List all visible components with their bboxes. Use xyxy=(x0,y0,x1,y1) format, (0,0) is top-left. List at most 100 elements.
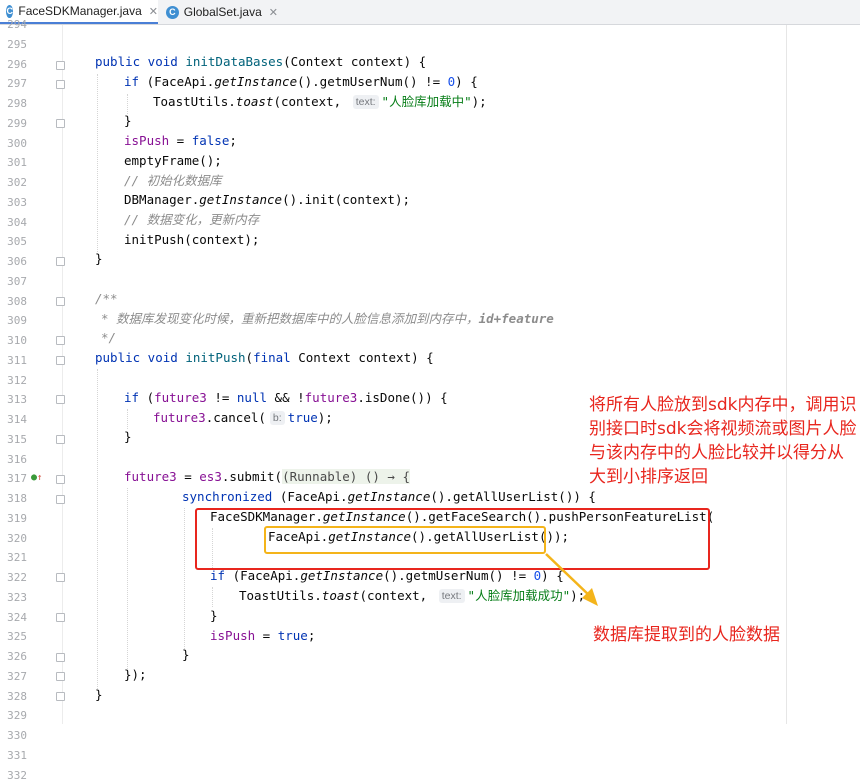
line-number: 331 xyxy=(7,748,27,762)
token: Context context) { xyxy=(298,350,434,365)
line-number: 300 xyxy=(7,136,27,150)
token: future3 xyxy=(153,410,206,425)
code-line-301: emptyFrame(); xyxy=(124,153,222,168)
java-class-icon: C xyxy=(6,4,14,18)
param-hint: text: xyxy=(438,589,465,603)
tab-label: FaceSDKManager.java xyxy=(18,4,142,18)
tab-label: GlobalSet.java xyxy=(183,5,262,19)
line-number: 303 xyxy=(7,195,27,209)
token: (context, xyxy=(359,588,435,603)
override-run-icon[interactable]: ●↑ xyxy=(31,472,42,483)
token: getInstance xyxy=(300,568,384,583)
token: synchronized xyxy=(182,489,280,504)
line-number: 317 xyxy=(7,472,27,486)
line-number: 321 xyxy=(7,551,27,565)
line-number: 298 xyxy=(7,97,27,110)
line-number: 295 xyxy=(7,37,27,51)
tab-globalset[interactable]: C GlobalSet.java ✕ xyxy=(160,0,278,24)
token: .isDone()) { xyxy=(357,390,448,405)
token: ; xyxy=(307,628,316,643)
token: (Context context) { xyxy=(283,54,427,69)
line-number: 322 xyxy=(7,571,27,584)
token: ); xyxy=(471,94,487,109)
token: DBManager. xyxy=(124,192,200,207)
line-number: 296 xyxy=(7,57,27,71)
code-line-303: DBManager.getInstance().init(context); xyxy=(124,191,410,209)
token: true xyxy=(277,628,308,643)
line-number: 325 xyxy=(7,630,27,644)
token: ); xyxy=(317,410,333,425)
token: ().getAllUserList()) { xyxy=(430,489,596,504)
token: getInstance xyxy=(347,489,431,504)
token: ) { xyxy=(455,74,478,89)
code-line-306: } xyxy=(95,251,103,266)
line-number: 307 xyxy=(7,274,27,288)
token: = xyxy=(169,133,192,148)
token: final xyxy=(253,350,299,365)
token: if xyxy=(124,390,147,405)
code-line-313: if (future3 != null && !future3.isDone()… xyxy=(124,389,448,407)
line-number: 316 xyxy=(7,452,27,466)
token: ().init(context); xyxy=(282,192,410,207)
code-line-327: isPush = true; xyxy=(210,627,315,645)
line-number: 306 xyxy=(7,255,27,268)
annotation-sdk-memory: 将所有人脸放到sdk内存中，调用识别接口时sdk会将视频流或图片人脸与该内存中的… xyxy=(589,395,857,487)
line-number: 319 xyxy=(7,511,27,525)
editor-tab-bar: C FaceSDKManager.java ✕ C GlobalSet.java… xyxy=(0,0,860,25)
token: null xyxy=(236,390,268,405)
line-number: 308 xyxy=(7,294,27,308)
code-line-310: */ xyxy=(101,330,117,345)
token: isPush xyxy=(210,628,256,643)
line-number: 310 xyxy=(7,334,27,347)
code-line-311: public void initPush(final Context conte… xyxy=(95,349,434,367)
close-icon[interactable]: ✕ xyxy=(269,6,278,19)
token: ( xyxy=(146,390,155,405)
token: id+feature xyxy=(478,311,554,326)
line-number: 328 xyxy=(7,689,27,703)
code-line-308: /** xyxy=(95,291,118,306)
line-number: 313 xyxy=(7,393,27,407)
token: future3 xyxy=(154,390,207,405)
code-line-326: } xyxy=(210,608,218,623)
token: initPush xyxy=(185,350,246,365)
token: toast xyxy=(235,94,274,109)
token: getInstance xyxy=(199,192,283,207)
line-number: 318 xyxy=(7,492,27,505)
line-number: 330 xyxy=(7,729,27,742)
token: isPush xyxy=(124,133,170,148)
token: .submit( xyxy=(221,469,283,484)
code-line-304: // 数据变化，更新内存 xyxy=(124,212,260,227)
close-icon[interactable]: ✕ xyxy=(149,5,158,18)
token: future3 xyxy=(304,390,358,405)
token: ToastUtils. xyxy=(153,94,236,109)
line-number: 294 xyxy=(7,18,27,31)
code-line-331: } xyxy=(95,687,103,702)
code-line-314: future3.cancel(b: true); xyxy=(153,409,333,427)
token: if xyxy=(210,568,233,583)
right-margin-guide xyxy=(786,25,787,724)
token: initDataBases xyxy=(185,54,284,69)
code-line-305: initPush(context); xyxy=(124,232,260,247)
token: ToastUtils. xyxy=(239,588,322,603)
code-line-315: } xyxy=(124,429,132,444)
code-line-325: ToastUtils.toast(context, text: "人脸库加载成功"… xyxy=(239,587,585,605)
code-line-298: ToastUtils.toast(context, text: "人脸库加载中")… xyxy=(153,93,487,111)
token: (FaceApi. xyxy=(279,489,348,504)
token: true xyxy=(287,410,318,425)
line-number: 304 xyxy=(7,215,27,229)
token: ().getmUserNum() != xyxy=(383,568,534,583)
code-line-300: isPush = false; xyxy=(124,132,237,150)
line-number: 299 xyxy=(7,116,27,130)
code-line-317: future3 = es3.submit((Runnable) () → { xyxy=(124,468,410,486)
line-number: 332 xyxy=(7,768,27,782)
code-line-297: if (FaceApi.getInstance().getmUserNum() … xyxy=(124,73,478,91)
token: ; xyxy=(229,133,237,148)
token: if xyxy=(124,74,147,89)
line-number: 314 xyxy=(7,413,27,426)
line-number: 327 xyxy=(7,669,27,683)
line-number: 315 xyxy=(7,432,27,446)
param-hint: text: xyxy=(352,95,379,109)
line-number: 311 xyxy=(7,353,27,367)
lambda-fold[interactable]: (Runnable) () → { xyxy=(282,469,410,484)
token: (FaceApi. xyxy=(146,74,215,89)
